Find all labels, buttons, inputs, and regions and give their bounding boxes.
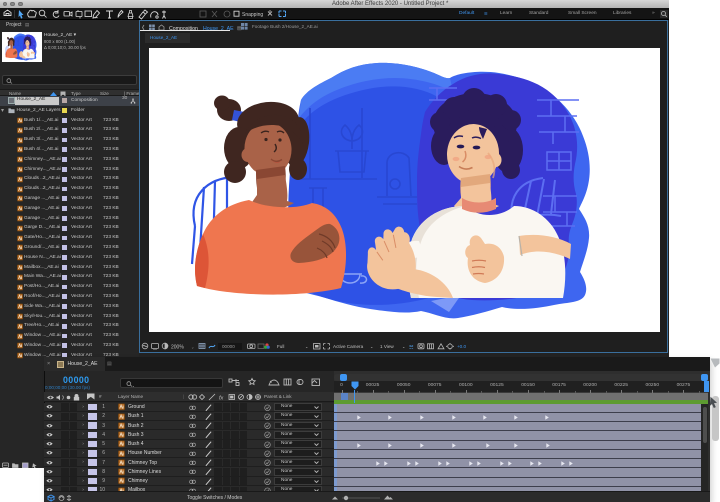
svg-text:200%: 200% [171, 345, 184, 351]
svg-text:⌄: ⌄ [191, 344, 194, 349]
svg-text:Snapping: Snapping [242, 12, 263, 18]
svg-text:House_2_AE: House_2_AE [203, 26, 234, 32]
svg-text:☵: ☵ [409, 344, 414, 350]
svg-text:fx: fx [219, 396, 224, 402]
svg-text:Composition: Composition [169, 26, 198, 32]
